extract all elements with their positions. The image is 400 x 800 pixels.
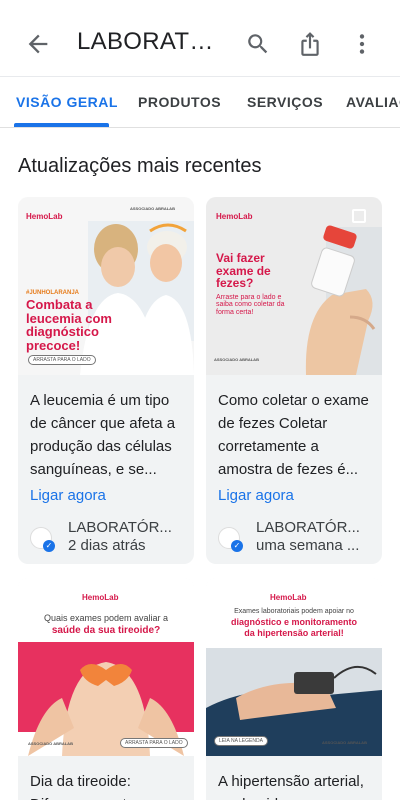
post-description: A hipertensão arterial, conhecida como..… — [218, 773, 364, 800]
post-author: ✓ LABORATÓR... 2 dias atrás — [30, 519, 190, 555]
post-headline: Vai fazer exame de fezes? — [216, 251, 271, 291]
author-name: LABORATÓR... — [256, 519, 360, 536]
post-headline: saúde da sua tireoide? — [51, 625, 161, 636]
page-title: LABORATÓRI... — [77, 28, 227, 55]
arrow-back-icon[interactable] — [24, 30, 52, 58]
verified-icon: ✓ — [43, 540, 55, 552]
post-headline: da hipertensão arterial! — [244, 628, 344, 638]
verified-icon: ✓ — [231, 540, 243, 552]
post-headline: Combata a leucemia com diagnóstico preco… — [26, 297, 112, 353]
post-headline-top: Quais exames podem avaliar a — [43, 613, 169, 623]
active-tab-indicator — [14, 123, 109, 127]
update-card[interactable]: HemoLab ASSOCIADO ABRALAB #JUNHOLARANJA … — [18, 197, 194, 564]
post-description: A leucemia é um tipo de câncer que afeta… — [30, 392, 176, 478]
post-image-tireoide: HemoLab Quais exames podem avaliar a saú… — [18, 578, 194, 756]
brand-logo: HemoLab — [216, 212, 253, 221]
post-headline-mid: diagnóstico e monitoramento — [230, 617, 357, 627]
read-caption-pill: LEIA NA LEGENDA — [214, 736, 268, 746]
call-now-link[interactable]: Ligar agora — [218, 487, 294, 504]
association-label: ASSOCIADO ABRALAB — [322, 740, 367, 745]
author-name: LABORATÓR... — [68, 519, 172, 536]
update-card[interactable]: HemoLab Quais exames podem avaliar a saú… — [18, 578, 194, 800]
tab-avaliacoes[interactable]: AVALIAÇ — [346, 94, 400, 110]
association-label: ASSOCIADO ABRALAB — [28, 741, 73, 746]
update-card[interactable]: HemoLab Exames laboratoriais podem apoia… — [206, 578, 382, 800]
association-label: ASSOCIADO ABRALAB — [130, 206, 175, 211]
tab-bar: VISÃO GERAL PRODUTOS SERVIÇOS AVALIAÇ — [0, 76, 400, 128]
post-headline-top: Exames laboratoriais podem apoiar no — [234, 608, 354, 615]
swipe-hint-pill: ARRASTA PARA O LADO — [120, 738, 188, 748]
share-icon[interactable] — [296, 30, 324, 58]
hashtag-label: #JUNHOLARANJA — [26, 290, 80, 296]
post-description: Dia da tireoide: Diferenças entre os... — [30, 773, 173, 800]
call-now-link[interactable]: Ligar agora — [30, 487, 106, 504]
post-image-exame-fezes: HemoLab ASSOCIADO ABRALAB Vai fazer exam… — [206, 197, 382, 375]
post-time: 2 dias atrás — [68, 537, 146, 554]
more-vert-icon[interactable] — [348, 30, 376, 58]
post-subline: Arraste para o lado e saiba como coletar… — [216, 294, 285, 316]
post-description: Como coletar o exame de fezes Coletar co… — [218, 392, 369, 478]
top-app-bar: LABORATÓRI... — [0, 0, 400, 86]
carousel-icon — [352, 209, 366, 223]
brand-logo: HemoLab — [26, 212, 63, 221]
section-title: Atualizações mais recentes — [18, 155, 262, 177]
update-card[interactable]: HemoLab ASSOCIADO ABRALAB Vai fazer exam… — [206, 197, 382, 564]
association-label: ASSOCIADO ABRALAB — [214, 357, 259, 362]
post-author: ✓ LABORATÓR... uma semana ... — [218, 519, 378, 555]
tab-produtos[interactable]: PRODUTOS — [138, 94, 221, 110]
post-image-hipertensao: HemoLab Exames laboratoriais podem apoia… — [206, 578, 382, 756]
post-time: uma semana ... — [256, 537, 360, 554]
post-image-leucemia: HemoLab ASSOCIADO ABRALAB #JUNHOLARANJA … — [18, 197, 194, 375]
brand-logo: HemoLab — [270, 593, 307, 602]
brand-logo: HemoLab — [82, 593, 119, 602]
tab-servicos[interactable]: SERVIÇOS — [247, 94, 323, 110]
search-icon[interactable] — [244, 30, 272, 58]
tab-visao-geral[interactable]: VISÃO GERAL — [16, 94, 118, 110]
swipe-hint-pill: ARRASTA PARA O LADO — [28, 355, 96, 365]
